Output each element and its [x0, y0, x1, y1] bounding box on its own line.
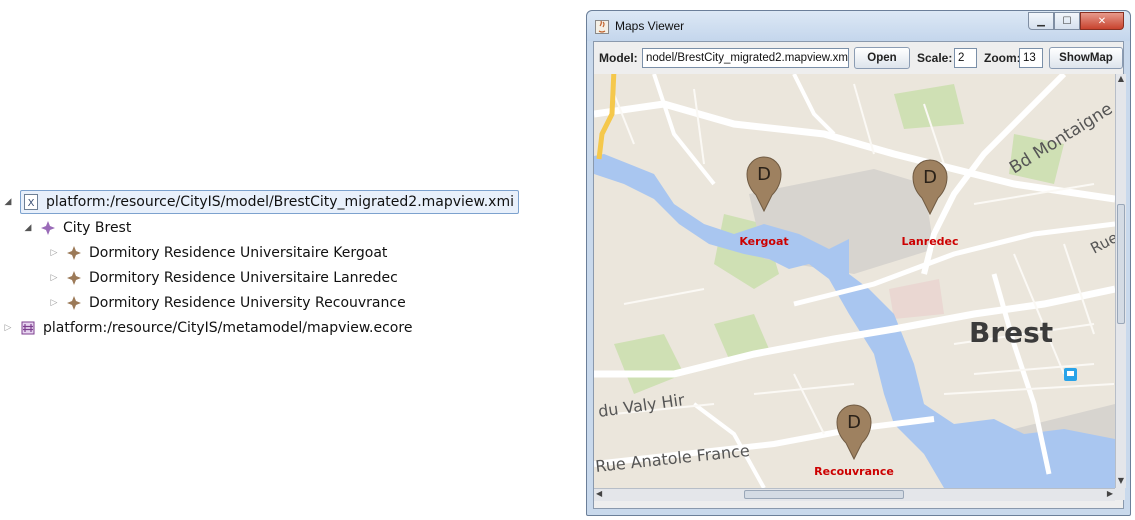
marker-label: Kergoat — [739, 235, 788, 248]
model-element-icon — [66, 295, 82, 311]
zoom-label: Zoom: — [984, 51, 1021, 65]
scroll-left-icon[interactable]: ◀ — [596, 489, 602, 498]
zoom-input[interactable]: 13 — [1019, 48, 1043, 68]
open-button[interactable]: Open — [854, 47, 910, 69]
vertical-scroll-thumb[interactable] — [1117, 204, 1125, 324]
map-canvas[interactable]: Bd Montaigne Rue du Valy Hir Rue Anatole… — [594, 74, 1115, 488]
model-element-icon — [66, 270, 82, 286]
tree-city-label: City Brest — [63, 220, 132, 236]
scroll-right-icon[interactable]: ▶ — [1107, 489, 1113, 498]
marker-label: Recouvrance — [814, 465, 894, 478]
model-element-icon — [40, 220, 56, 236]
tree-root-label: platform:/resource/CityIS/model/BrestCit… — [46, 194, 514, 210]
maximize-icon[interactable]: ☐ — [1054, 12, 1080, 30]
close-icon[interactable]: ✕ — [1080, 12, 1124, 30]
marker-letter: D — [923, 167, 937, 188]
scroll-up-icon[interactable]: ▲ — [1116, 74, 1126, 86]
horizontal-scroll-thumb[interactable] — [744, 490, 904, 499]
city-label: Brest — [969, 316, 1053, 349]
expanded-arrow-icon[interactable]: ◢ — [2, 196, 14, 208]
title-bar[interactable]: Maps Viewer ▁ ☐ ✕ — [587, 11, 1130, 41]
showmap-button[interactable]: ShowMap — [1049, 47, 1123, 69]
horizontal-scrollbar[interactable]: ◀ ▶ — [594, 488, 1115, 501]
tree-row-dorm-2[interactable]: ▷ Dormitory Residence Universitaire Lanr… — [48, 266, 398, 290]
window-client: Model: nodel/BrestCity_migrated2.mapview… — [593, 41, 1126, 509]
model-element-icon — [66, 245, 82, 261]
collapsed-arrow-icon[interactable]: ▷ — [48, 272, 60, 284]
vertical-scrollbar[interactable]: ▲ ▼ — [1115, 74, 1126, 488]
collapsed-arrow-icon[interactable]: ▷ — [48, 297, 60, 309]
toolbar: Model: nodel/BrestCity_migrated2.mapview… — [594, 42, 1123, 74]
map-view[interactable]: Bd Montaigne Rue du Valy Hir Rue Anatole… — [594, 74, 1115, 488]
window-title: Maps Viewer — [615, 19, 685, 33]
marker-letter: D — [847, 412, 861, 433]
tree-row-ecore[interactable]: ▷ platform:/resource/CityIS/metamodel/ma… — [2, 316, 413, 340]
marker-letter: D — [757, 164, 771, 185]
window-controls: ▁ ☐ ✕ — [1028, 12, 1124, 30]
scale-input[interactable]: 2 — [954, 48, 977, 68]
tree-dorm-label: Dormitory Residence Universitaire Kergoa… — [89, 245, 388, 261]
expanded-arrow-icon[interactable]: ◢ — [22, 222, 34, 234]
svg-text:X: X — [28, 198, 35, 209]
selected-item[interactable]: X platform:/resource/CityIS/model/BrestC… — [20, 190, 519, 214]
collapsed-arrow-icon[interactable]: ▷ — [48, 247, 60, 259]
scroll-corner — [1115, 488, 1125, 500]
model-label: Model: — [599, 51, 638, 65]
marker-label: Lanredec — [901, 235, 958, 248]
tree-row-xmi[interactable]: ◢ X platform:/resource/CityIS/model/Bres… — [2, 190, 519, 214]
java-app-icon — [595, 19, 609, 34]
scroll-down-icon[interactable]: ▼ — [1116, 476, 1126, 488]
tree-row-city[interactable]: ◢ City Brest — [22, 216, 132, 240]
tree-dorm-label: Dormitory Residence University Recouvran… — [89, 295, 406, 311]
tree-dorm-label: Dormitory Residence Universitaire Lanred… — [89, 270, 398, 286]
tree-ecore-label: platform:/resource/CityIS/metamodel/mapv… — [43, 320, 413, 336]
maps-viewer-window: Maps Viewer ▁ ☐ ✕ Model: nodel/BrestCity… — [586, 10, 1131, 516]
xmi-file-icon: X — [23, 194, 39, 210]
scale-label: Scale: — [917, 51, 953, 65]
collapsed-arrow-icon[interactable]: ▷ — [2, 322, 14, 334]
ecore-file-icon — [20, 320, 36, 336]
tree-row-dorm-1[interactable]: ▷ Dormitory Residence Universitaire Kerg… — [48, 241, 388, 265]
minimize-icon[interactable]: ▁ — [1028, 12, 1054, 30]
model-path-input[interactable]: nodel/BrestCity_migrated2.mapview.xmi — [642, 48, 849, 68]
tree-row-dorm-3[interactable]: ▷ Dormitory Residence University Recouvr… — [48, 291, 406, 315]
